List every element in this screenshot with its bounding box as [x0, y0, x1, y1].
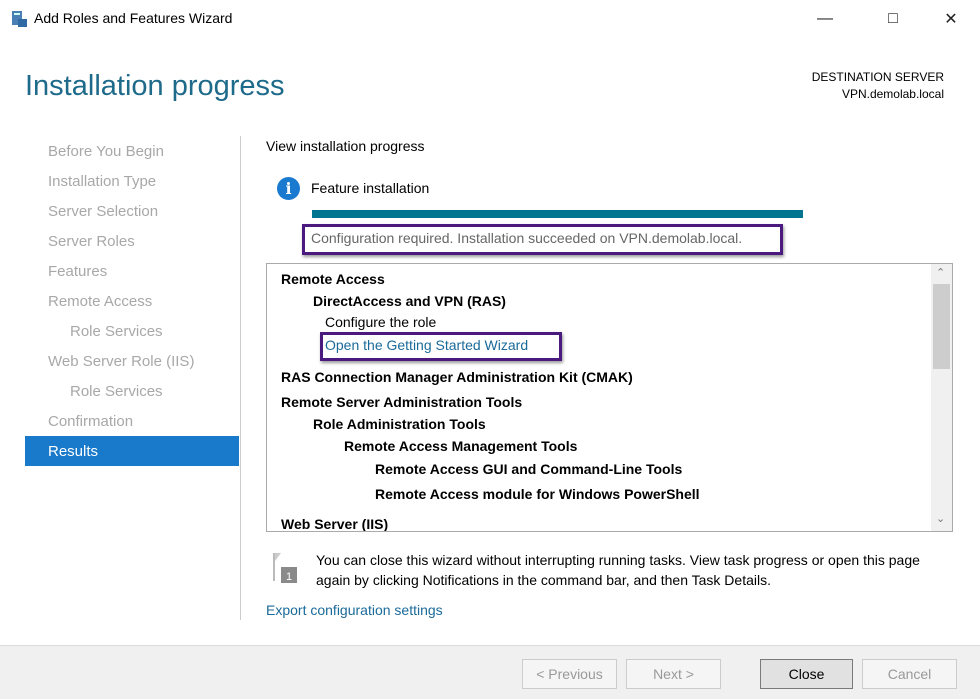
destination-label: DESTINATION SERVER: [811, 70, 944, 84]
destination-server: DESTINATION SERVER VPN.demolab.local: [812, 69, 944, 103]
sidebar-item-server-selection[interactable]: Server Selection: [48, 203, 158, 220]
result-item: RAS Connection Manager Administration Ki…: [281, 369, 633, 385]
sidebar-item-role-services[interactable]: Role Services: [70, 383, 163, 400]
close-window-button[interactable]: ✕: [928, 0, 974, 37]
result-item: Web Server (IIS): [281, 516, 389, 532]
scrollbar-thumb[interactable]: [933, 284, 950, 369]
scroll-down-icon[interactable]: ⌄: [936, 512, 945, 525]
sidebar-item-role-services[interactable]: Role Services: [70, 323, 163, 340]
notification-badge: 1: [286, 571, 292, 583]
sidebar-item-remote-access[interactable]: Remote Access: [48, 293, 152, 310]
result-item: Role Administration Tools: [313, 416, 486, 432]
close-button[interactable]: Close: [760, 659, 853, 689]
info-icon: i: [277, 177, 300, 200]
sidebar-item-before-you-begin[interactable]: Before You Begin: [48, 143, 164, 160]
results-list[interactable]: Web Server (IIS) Remote Access module for…: [266, 263, 953, 532]
result-item: Remote Access GUI and Command-Line Tools: [375, 461, 683, 477]
sidebar-item-server-roles[interactable]: Server Roles: [48, 233, 135, 250]
status-text: Configuration required. Installation suc…: [311, 230, 743, 246]
view-progress-label: View installation progress: [266, 138, 425, 154]
previous-button[interactable]: < Previous: [522, 659, 617, 689]
progress-fill: [312, 210, 803, 218]
maximize-button[interactable]: □: [870, 0, 916, 37]
progress-bar: [312, 210, 803, 218]
scrollbar[interactable]: ⌃ ⌄: [931, 264, 952, 531]
result-item: Remote Access: [281, 271, 385, 287]
server-manager-icon: [12, 11, 27, 27]
export-configuration-link[interactable]: Export configuration settings: [266, 602, 443, 618]
minimize-button[interactable]: —: [802, 0, 848, 37]
result-item: DirectAccess and VPN (RAS): [313, 293, 506, 309]
result-item: Remote Access module for Windows PowerSh…: [375, 486, 700, 502]
result-item: Configure the role: [325, 314, 437, 330]
feature-installation-label: Feature installation: [311, 180, 430, 196]
result-item: Remote Server Administration Tools: [281, 394, 523, 410]
window-title: Add Roles and Features Wizard: [34, 10, 233, 26]
sidebar-item-installation-type[interactable]: Installation Type: [48, 173, 156, 190]
sidebar-item-web-server-role-iis[interactable]: Web Server Role (IIS): [48, 353, 194, 370]
divider: [240, 136, 241, 620]
destination-server-name: VPN.demolab.local: [841, 87, 944, 101]
next-button[interactable]: Next >: [626, 659, 721, 689]
sidebar-item-results[interactable]: Results: [25, 436, 239, 466]
scroll-up-icon[interactable]: ⌃: [936, 266, 945, 279]
notification-flag-icon: 1: [273, 553, 297, 583]
cancel-button[interactable]: Cancel: [862, 659, 957, 689]
page-title: Installation progress: [25, 70, 285, 102]
wizard-link-highlight-box: [320, 332, 562, 361]
sidebar-item-features[interactable]: Features: [48, 263, 107, 280]
sidebar-item-confirmation[interactable]: Confirmation: [48, 413, 133, 430]
close-note: You can close this wizard without interr…: [316, 552, 920, 588]
title-bar: Add Roles and Features Wizard — □ ✕: [0, 0, 980, 37]
result-item: Remote Access Management Tools: [344, 438, 578, 454]
